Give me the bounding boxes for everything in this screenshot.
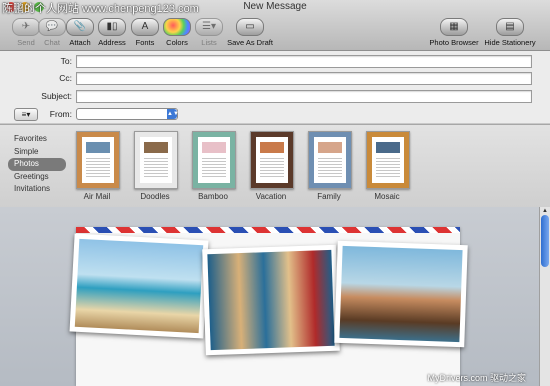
- stationery-thumb-air-mail[interactable]: [76, 131, 120, 189]
- photo-ukuleles[interactable]: [202, 244, 340, 356]
- horses-image: [339, 245, 463, 343]
- window-chrome: New Message 陈鹏的个人网站 www.chenpeng123.com …: [0, 0, 550, 51]
- category-invitations[interactable]: Invitations: [8, 183, 68, 196]
- message-headers: To: Cc: Subject: ≡▾ From: ▲▼: [0, 51, 550, 123]
- stationery-thumb-doodles[interactable]: [134, 131, 178, 189]
- mail-window: New Message 陈鹏的个人网站 www.chenpeng123.com …: [0, 0, 550, 386]
- photo-browser-icon: ▦: [440, 18, 468, 36]
- thumb-photo: [202, 142, 226, 153]
- category-greetings[interactable]: Greetings: [8, 171, 68, 184]
- category-simple[interactable]: Simple: [8, 146, 68, 159]
- to-label: To:: [60, 56, 72, 66]
- chevron-down-icon: ▲▼: [167, 109, 179, 119]
- save-draft-icon: ▭: [236, 18, 264, 36]
- from-select[interactable]: ▲▼: [76, 108, 179, 120]
- vertical-scrollbar[interactable]: ▲: [539, 207, 550, 386]
- thumb-text-lines: [86, 156, 110, 178]
- stationery-label-doodles: Doodles: [140, 192, 170, 201]
- thumb-text-lines: [318, 156, 342, 178]
- photo-horses[interactable]: [334, 240, 468, 348]
- thumb-text-lines: [144, 156, 168, 178]
- list-icon: ☰▾: [195, 18, 223, 36]
- stationery-label-bamboo: Bamboo: [198, 192, 228, 201]
- hide-stationery-label: Hide Stationery: [484, 38, 536, 47]
- subject-label: Subject:: [41, 91, 72, 101]
- thumb-photo: [318, 142, 342, 153]
- photo-beach[interactable]: [69, 233, 209, 339]
- photo-browser-label: Photo Browser: [429, 38, 479, 47]
- beach-image: [74, 238, 204, 334]
- scroll-thumb[interactable]: [541, 215, 549, 267]
- stationery-label-mosaic: Mosaic: [374, 192, 400, 201]
- to-field[interactable]: [76, 55, 532, 68]
- stationery-thumb-vacation[interactable]: [250, 131, 294, 189]
- watermark-top: 陈鹏的个人网站 www.chenpeng123.com: [2, 3, 199, 15]
- stationery-thumb-mosaic[interactable]: [366, 131, 410, 189]
- photo-browser-button[interactable]: ▦ Photo Browser: [426, 18, 482, 47]
- save-draft-label: Save As Draft: [227, 38, 273, 47]
- subject-row: Subject:: [0, 90, 550, 104]
- toolbar: ✈ Send 💬 Chat 📎 Attach ▮▯ Address A Font…: [0, 18, 550, 48]
- thumb-text-lines: [202, 156, 226, 178]
- title-bar: New Message 陈鹏的个人网站 www.chenpeng123.com: [0, 0, 550, 15]
- stationery-categories: Favorites Simple Photos Greetings Invita…: [8, 133, 68, 196]
- from-label: From:: [49, 109, 72, 119]
- cc-label: Cc:: [59, 73, 72, 83]
- address-book-icon: ▮▯: [98, 18, 126, 36]
- watermark-bottom: MyDrivers.com 驱动之家: [427, 373, 527, 383]
- category-photos[interactable]: Photos: [8, 158, 66, 171]
- thumb-photo: [376, 142, 400, 153]
- from-row: ≡▾ From: ▲▼: [0, 108, 550, 122]
- airmail-border: [76, 227, 460, 233]
- cc-row: Cc:: [0, 72, 550, 86]
- scroll-up-icon[interactable]: ▲: [540, 207, 550, 215]
- thumb-text-lines: [376, 156, 400, 178]
- stationery-label-family: Family: [317, 192, 341, 201]
- stationery-thumb-family[interactable]: [308, 131, 352, 189]
- subject-field[interactable]: [76, 90, 532, 103]
- category-favorites[interactable]: Favorites: [8, 133, 68, 146]
- stationery-pane: Favorites Simple Photos Greetings Invita…: [0, 124, 550, 208]
- stationery-thumb-bamboo[interactable]: [192, 131, 236, 189]
- stationery-label-vacation: Vacation: [255, 192, 287, 201]
- thumb-photo: [260, 142, 284, 153]
- thumb-photo: [86, 142, 110, 153]
- stationery-icon: ▤: [496, 18, 524, 36]
- save-draft-button[interactable]: ▭ Save As Draft: [220, 18, 280, 47]
- hide-stationery-button[interactable]: ▤ Hide Stationery: [482, 18, 538, 47]
- message-body[interactable]: MyDrivers.com 驱动之家: [0, 207, 540, 386]
- cc-field[interactable]: [76, 72, 532, 85]
- stationery-label-air-mail: Air Mail: [83, 192, 111, 201]
- thumb-photo: [144, 142, 168, 153]
- thumb-text-lines: [260, 156, 284, 178]
- to-row: To:: [0, 55, 550, 69]
- ukuleles-image: [207, 249, 335, 351]
